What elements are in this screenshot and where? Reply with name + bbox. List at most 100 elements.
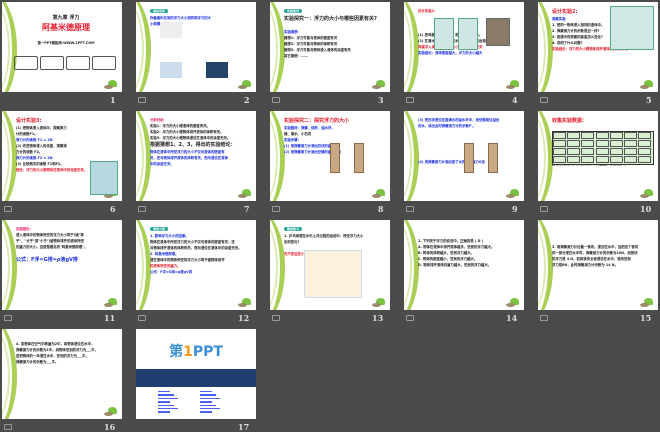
slide-thumbnail[interactable]: 实验探究二：探究浮力的大小 实验器材：弹簧、烧杯、溢水杯、 桶、清水、小石块 实验步骤…	[270, 111, 390, 201]
logo-text: 第	[169, 344, 184, 360]
slide-number: 11	[104, 313, 116, 323]
animation-icon[interactable]	[4, 315, 12, 321]
slide-number: 1	[110, 95, 116, 105]
water-image	[304, 250, 362, 298]
table-cell	[567, 132, 581, 139]
beaker-image	[434, 18, 454, 50]
slide-thumbnail[interactable]: 3. 用弹簧测力计拉着一铁块，浸没在水中，当把这个铁块 的一部分浸在水中时，弹簧测…	[538, 220, 658, 310]
table-cell	[609, 148, 623, 155]
animation-icon[interactable]	[540, 206, 548, 212]
slide-thumbnail[interactable]: 实验探究 实验探究一：浮力的大小与哪些因素有关? 实验猜想： 猜想1：浮力可能与液体…	[270, 2, 390, 92]
slide-content: 课堂小结 1. 影响浮力大小的因素。 物体在液体中所受浮力的大小不仅与液体的密度有…	[150, 226, 250, 304]
slide-content: 3. 用弹簧测力计拉着一铁块，浸没在水中，当把这个铁块 的一部分浸在水中时，弹簧测…	[552, 226, 652, 304]
slide-number: 8	[378, 204, 384, 214]
animation-icon[interactable]	[138, 97, 146, 103]
table-cell	[624, 148, 637, 155]
table-cell	[624, 140, 637, 147]
slide-text-line: 实验结论：液体密度越大，浮力的大小越大	[418, 51, 483, 55]
link-line	[200, 404, 216, 406]
slide-text-line: 随堂练习	[284, 226, 384, 233]
link-line	[158, 404, 174, 406]
slide-content: 实验结论: 浸入液体中的物体所受的浮力大小等于(填"等 于"、"大于"或"小于")被…	[16, 226, 116, 304]
animation-icon[interactable]	[540, 97, 548, 103]
fish-image	[160, 22, 182, 38]
slide-text-line: 课堂小结	[150, 226, 250, 233]
section-tag: 课前导学	[150, 9, 169, 13]
link-line	[200, 391, 212, 393]
table-cell	[581, 132, 595, 139]
link-line	[158, 391, 170, 393]
slide-thumbnail[interactable]: 随堂练习 1. 乒乓球浸在水中上浮过程的运动中，所受浮力大小 如何变化? 先不变后变…	[270, 220, 390, 310]
slide-thumbnail[interactable]: 课堂小结 1. 影响浮力大小的因素。 物体在液体中所受浮力的大小不仅与液体的密度有…	[136, 220, 256, 310]
animation-icon[interactable]	[406, 315, 414, 321]
slide-text-line: 收集实验数据：	[552, 118, 588, 124]
table-cell	[567, 156, 581, 163]
table-cell	[638, 156, 652, 163]
animation-icon[interactable]	[138, 206, 146, 212]
table-cell	[595, 132, 609, 139]
section-tag: 实验探究	[284, 9, 303, 13]
table-cell	[553, 156, 566, 163]
slide-thumbnail[interactable]: 收集实验数据： 比较浮力的大小和物体排开水的重量，你发现了什么?	[538, 111, 658, 201]
spring-image	[488, 143, 498, 173]
table-cell	[624, 132, 637, 139]
spring-image	[464, 143, 474, 173]
slide-thumbnail[interactable]: 4. 某物体在空气中称重为2牛，将物体浸没在水中， 弹簧测力计的示数为1牛，则物体…	[2, 329, 122, 419]
table-cell	[567, 140, 581, 147]
slide-thumbnail[interactable]: 第九章 浮力 阿基米德原理 第一PPT模板网-WWW.1PPT.COM	[2, 2, 122, 92]
link-line	[158, 408, 178, 410]
slide-thumbnail[interactable]: 课前导学你看看你见到的浮力大小相同和浮力的大小和哪些因素有关呢?	[136, 2, 256, 92]
slide-thumbnail[interactable]: 2. 下列关于浮力的说法中，正确的是 ( D ) A. 物体在液体中排开液体越多，…	[404, 220, 524, 310]
slide-text-line: 中的深度无关。	[150, 162, 174, 166]
outline-box	[66, 56, 90, 70]
slide-number: 17	[238, 422, 250, 432]
fish-image	[206, 44, 228, 48]
table-cell	[609, 140, 623, 147]
table-cell	[595, 140, 609, 147]
outline-box	[92, 56, 116, 70]
animation-icon[interactable]	[406, 97, 414, 103]
animation-icon[interactable]	[540, 315, 548, 321]
slide-content: 分析归纳 实验1：浮力的大小跟液体的密度有关。 实验2：浮力的大小跟物体排开液体的体…	[150, 117, 250, 195]
animation-icon[interactable]	[272, 97, 280, 103]
table-cell	[581, 148, 595, 155]
slide-thumbnail[interactable]: (3) 把石块浸没在盛满水的溢水杯中，用空桶接住溢出 的水，读出此时弹簧测力计的示…	[404, 111, 524, 201]
slide-number: 15	[640, 313, 652, 323]
slide-text-line: 实验探究一：浮力的大小与哪些因素有关?	[284, 16, 377, 22]
fish-image	[160, 62, 182, 78]
animation-icon[interactable]	[272, 315, 280, 321]
link-line	[200, 411, 212, 413]
egg-image	[486, 18, 510, 46]
table-cell	[624, 156, 637, 163]
slide-thumbnail[interactable]: 设计实验3: (1) 把物体浸入液体中，观察弹力 计的读数F1。 弹力计的读数 F1…	[2, 111, 122, 201]
data-table	[552, 131, 654, 165]
outline-box	[40, 56, 64, 70]
table-cell	[595, 148, 609, 155]
slide-text-line: 第一PPT模板网-WWW.1PPT.COM	[37, 41, 95, 45]
slide-content: 4. 某物体在空气中称重为2牛，将物体浸没在水中， 弹簧测力计的示数为1牛，则物体…	[16, 335, 116, 413]
link-line	[200, 408, 220, 410]
slide-thumbnail[interactable]: 分析归纳 实验1：浮力的大小跟液体的密度有关。 实验2：浮力的大小跟物体排开液体的体…	[136, 111, 256, 201]
slide-text-line: 设计实验3:	[16, 118, 42, 124]
link-line	[158, 394, 174, 396]
slide-number: 9	[512, 204, 518, 214]
animation-icon[interactable]	[4, 206, 12, 212]
animation-icon[interactable]	[138, 315, 146, 321]
slide-thumbnail[interactable]: 实验结论: 浸入液体中的物体所受的浮力大小等于(填"等 于"、"大于"或"小于")被…	[2, 220, 122, 310]
slide-thumbnail[interactable]: 设计实验2: 观察实验 1. 把同一物体浸入相同的液体中。 2. 弹簧测力计的示数是否…	[538, 2, 658, 92]
animation-icon[interactable]	[406, 206, 414, 212]
section-tag: 随堂练习	[284, 227, 303, 231]
table-cell	[638, 140, 652, 147]
slide-text-line: 实验探究二：探究浮力的大小	[284, 118, 350, 124]
animation-icon[interactable]	[272, 206, 280, 212]
slide-text-line: 公式：F浮=G排=ρ液gV排	[150, 270, 192, 274]
slide-thumbnail[interactable]: 设计实验1: (1) 把鸡蛋放入清水中，观察出现的现象。(2) 在清水中加盐，改…	[404, 2, 524, 92]
slide-thumbnail[interactable]: 第1PPT	[136, 329, 256, 419]
table-cell	[553, 148, 566, 155]
tank-image	[610, 6, 654, 50]
slide-number: 6	[110, 204, 116, 214]
table-cell	[595, 156, 609, 163]
table-cell	[609, 156, 623, 163]
slide-content: 2. 下列关于浮力的说法中，正确的是 ( D ) A. 物体在液体中排开液体越多，…	[418, 226, 518, 304]
animation-icon[interactable]	[4, 424, 12, 430]
